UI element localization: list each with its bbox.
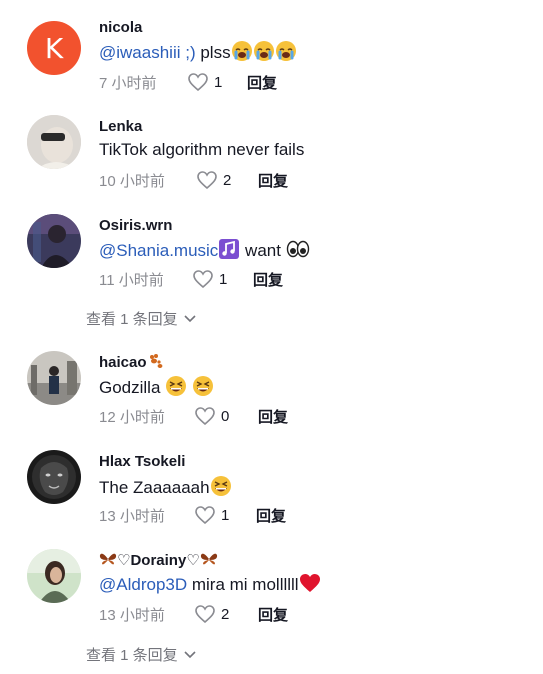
comment-body: plss: [195, 42, 231, 62]
comment-body: TikTok algorithm never fails: [99, 140, 305, 159]
comment-body: mira mi mollllll: [187, 574, 299, 594]
reply-button[interactable]: 回复: [253, 269, 283, 290]
timestamp: 10 小时前: [99, 172, 165, 190]
username[interactable]: haicao: [99, 353, 165, 373]
avatar[interactable]: [27, 351, 81, 405]
like-count: 0: [221, 407, 230, 425]
comment-body: Godzilla: [99, 377, 166, 397]
username[interactable]: Lenka: [99, 118, 142, 135]
username[interactable]: ♡Dorainy♡: [99, 551, 218, 571]
comment-list: K nicola @iwaashiii ;) plss 7 小时前 1 回复 L…: [0, 0, 543, 674]
grinning-squinting-face-icon: [192, 375, 214, 402]
comment-body: want: [240, 240, 286, 260]
like-button[interactable]: 2: [196, 170, 258, 190]
username[interactable]: Osiris.wrn: [99, 217, 172, 234]
loudly-crying-face-icon: [231, 40, 253, 67]
chevron-down-icon: [184, 314, 196, 322]
like-button[interactable]: 1: [194, 505, 256, 525]
comment-meta: 13 小时前 2 回复: [99, 602, 288, 626]
heart-icon: [195, 407, 215, 426]
view-replies-label: 查看 1 条回复: [86, 647, 178, 664]
like-button[interactable]: 2: [194, 604, 258, 624]
timestamp: 11 小时前: [99, 271, 164, 289]
username[interactable]: Hlax Tsokeli: [99, 453, 185, 470]
avatar[interactable]: [27, 214, 81, 268]
like-count: 2: [223, 171, 232, 189]
reply-button[interactable]: 回复: [256, 505, 286, 526]
username[interactable]: nicola: [99, 19, 142, 36]
reply-button[interactable]: 回复: [247, 72, 277, 93]
like-button[interactable]: 0: [194, 406, 258, 426]
comment-meta: 13 小时前 1 回复: [99, 503, 286, 527]
comment-text: @iwaashiii ;) plss: [99, 40, 297, 67]
reply-button[interactable]: 回复: [258, 604, 288, 625]
view-replies-label: 查看 1 条回复: [86, 311, 178, 328]
avatar[interactable]: K: [27, 21, 81, 75]
heart-icon: [193, 270, 213, 289]
mention-link[interactable]: @Aldrop3D: [99, 575, 187, 594]
comment-meta: 12 小时前 0 回复: [99, 404, 288, 428]
like-button[interactable]: 1: [192, 269, 253, 289]
avatar[interactable]: [27, 549, 81, 603]
reply-button[interactable]: 回复: [258, 170, 288, 191]
like-button[interactable]: 1: [187, 72, 247, 92]
timestamp: 13 小时前: [99, 606, 165, 624]
comment-meta: 11 小时前 1 回复: [99, 267, 283, 291]
loudly-crying-face-icon: [253, 40, 275, 67]
comment-body: The Zaaaaaah: [99, 477, 210, 497]
like-count: 1: [221, 506, 230, 524]
avatar-letter: K: [44, 31, 64, 65]
heart-icon: [197, 171, 217, 190]
heart-icon: [195, 605, 215, 624]
grinning-squinting-face-icon: [210, 475, 232, 502]
comment-text: @Shania.music want: [99, 238, 310, 265]
like-count: 2: [221, 605, 230, 623]
reply-button[interactable]: 回复: [258, 406, 288, 427]
heart-icon: [188, 73, 208, 92]
comment-text: TikTok algorithm never fails: [99, 140, 304, 160]
view-replies-button[interactable]: 查看 1 条回复: [86, 308, 196, 329]
like-count: 1: [214, 73, 223, 91]
avatar[interactable]: [27, 450, 81, 504]
paw-prints-icon: [147, 353, 165, 373]
timestamp: 7 小时前: [99, 74, 157, 92]
red-heart-icon: [299, 573, 321, 598]
mention-link[interactable]: @Shania.music: [99, 241, 218, 260]
butterfly-icon: [99, 551, 117, 571]
grinning-squinting-face-icon: [165, 375, 187, 402]
comment-meta: 7 小时前 1 回复: [99, 70, 277, 94]
comment-text: @Aldrop3D mira mi mollllll: [99, 573, 321, 598]
username-text: haicao: [99, 353, 147, 371]
butterfly-icon: [200, 551, 218, 571]
mention-link[interactable]: @iwaashiii ;): [99, 43, 196, 62]
timestamp: 12 小时前: [99, 408, 165, 426]
heart-icon: [195, 506, 215, 525]
musical-notes-icon: [218, 238, 240, 265]
view-replies-button[interactable]: 查看 1 条回复: [86, 644, 196, 665]
comment-meta: 10 小时前 2 回复: [99, 168, 288, 192]
like-count: 1: [219, 270, 228, 288]
timestamp: 13 小时前: [99, 507, 165, 525]
loudly-crying-face-icon: [275, 40, 297, 67]
username-text: ♡Dorainy♡: [117, 552, 200, 569]
comment-text: Godzilla: [99, 375, 214, 402]
eyes-icon: [286, 239, 310, 264]
comment-text: The Zaaaaaah: [99, 475, 232, 502]
chevron-down-icon: [184, 650, 196, 658]
avatar[interactable]: [27, 115, 81, 169]
